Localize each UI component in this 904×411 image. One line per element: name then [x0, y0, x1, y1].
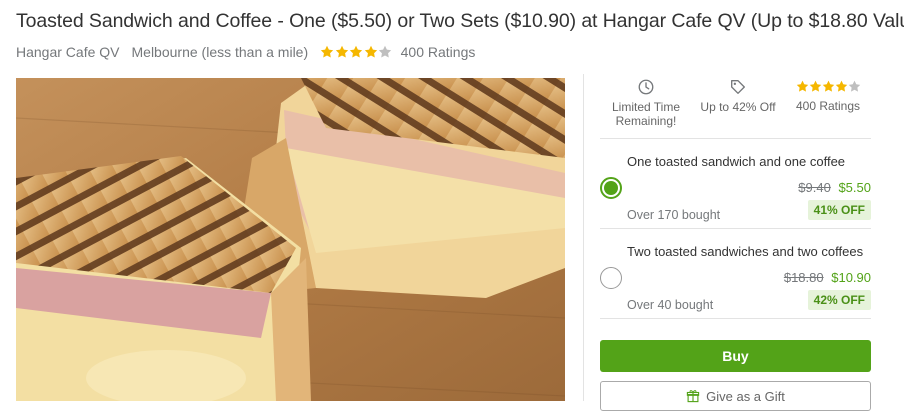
feature-ratings-label: 400 Ratings — [795, 99, 861, 113]
deal-option-2[interactable]: Two toasted sandwiches and two coffees $… — [600, 230, 871, 319]
original-price: $18.80 — [783, 270, 824, 285]
option-prices: $9.40 $5.50 — [798, 180, 871, 195]
option-prices: $18.80 $10.90 — [784, 270, 871, 285]
deal-price: $5.50 — [838, 180, 871, 195]
tag-icon — [731, 80, 745, 94]
option-radio[interactable] — [600, 267, 622, 289]
deal-title: Toasted Sandwich and Coffee - One ($5.50… — [16, 10, 904, 32]
bought-count: Over 40 bought — [627, 298, 714, 312]
star-icon — [822, 80, 834, 92]
ratings-count-link[interactable]: 400 Ratings — [401, 44, 476, 60]
ratings-feature[interactable]: 400 Ratings — [788, 78, 868, 113]
limited-time-feature: Limited Time Remaining! — [606, 78, 686, 128]
star-icon — [796, 80, 808, 92]
original-price: $9.40 — [798, 180, 831, 195]
option-title: Two toasted sandwiches and two coffees — [627, 244, 864, 259]
option-radio-selected[interactable] — [600, 177, 622, 199]
star-icon — [364, 45, 377, 58]
discount-badge: 41% OFF — [807, 200, 871, 220]
rating-stars — [320, 45, 393, 59]
clock-icon — [638, 79, 654, 95]
bought-count: Over 170 bought — [627, 208, 721, 222]
discount-badge: 42% OFF — [807, 290, 871, 310]
deal-photo[interactable] — [16, 78, 565, 401]
discount-feature: Up to 42% Off — [694, 78, 782, 114]
star-icon — [320, 45, 334, 58]
deal-option-1[interactable]: One toasted sandwich and one coffee $9.4… — [600, 140, 871, 229]
deal-price: $10.90 — [831, 270, 871, 285]
discount-label: Up to 42% Off — [700, 100, 776, 114]
give-as-gift-button[interactable]: Give as a Gift — [600, 381, 871, 411]
deal-subline: Hangar Cafe QV Melbourne (less than a mi… — [16, 44, 475, 60]
option-title: One toasted sandwich and one coffee — [627, 154, 846, 169]
star-icon — [335, 45, 348, 58]
buy-button[interactable]: Buy — [600, 340, 871, 372]
star-icon — [835, 80, 847, 92]
star-icon — [349, 45, 363, 58]
star-icon — [809, 80, 821, 92]
toasted-sandwich-photo — [16, 78, 565, 401]
merchant-location: Melbourne (less than a mile) — [131, 44, 309, 60]
gift-label: Give as a Gift — [706, 388, 785, 404]
merchant-link[interactable]: Hangar Cafe QV — [16, 44, 120, 60]
feature-rating-stars — [788, 80, 868, 93]
limited-time-label: Limited Time Remaining! — [611, 100, 681, 128]
star-empty-icon — [848, 80, 860, 92]
deal-purchase-panel: Limited Time Remaining! Up to 42% Off 40… — [583, 74, 889, 411]
feature-strip: Limited Time Remaining! Up to 42% Off 40… — [600, 74, 871, 139]
star-empty-icon — [378, 45, 392, 58]
